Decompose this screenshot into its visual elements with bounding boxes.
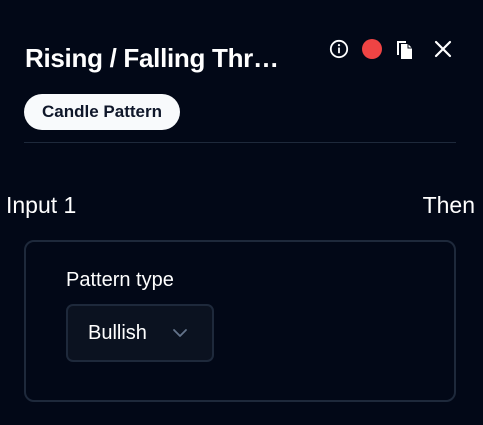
pattern-type-select[interactable]: Bullish — [66, 304, 214, 362]
info-icon — [329, 39, 349, 59]
node-title: Rising / Falling Thr… — [25, 43, 279, 73]
chevron-down-icon — [173, 329, 187, 337]
header-divider — [24, 142, 456, 143]
category-badge: Candle Pattern — [24, 94, 180, 130]
input-handle-label: Input 1 — [6, 192, 77, 218]
close-button[interactable] — [430, 36, 456, 62]
copy-icon — [397, 41, 412, 59]
pattern-type-label: Pattern type — [66, 269, 174, 291]
input-card: Pattern type Bullish — [24, 240, 456, 402]
info-button[interactable] — [326, 36, 352, 62]
status-toggle[interactable] — [359, 36, 385, 62]
pattern-type-value: Bullish — [88, 322, 147, 344]
output-handle-label: Then — [422, 192, 475, 218]
copy-button[interactable] — [392, 36, 418, 62]
close-icon — [434, 40, 452, 58]
status-dot — [362, 39, 382, 59]
